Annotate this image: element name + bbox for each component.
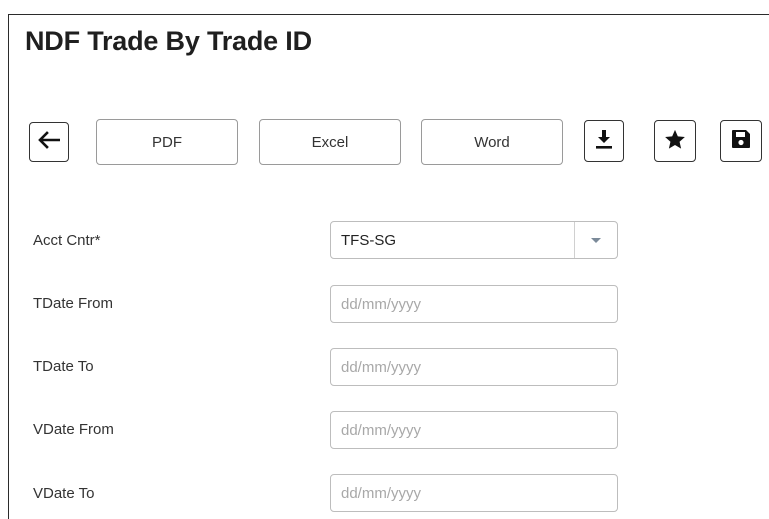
vdate-to-label: VDate To <box>33 485 95 502</box>
vdate-from-field <box>330 411 618 449</box>
caret-down-icon[interactable] <box>574 222 617 258</box>
tdate-from-field <box>330 285 618 323</box>
vdate-from-label: VDate From <box>33 421 114 438</box>
vdate-to-field <box>330 474 618 512</box>
tdate-to-field <box>330 348 618 386</box>
save-icon <box>731 129 751 153</box>
tdate-from-input[interactable] <box>341 295 607 313</box>
acct-cntr-label: Acct Cntr* <box>33 232 101 249</box>
download-icon <box>595 129 613 153</box>
acct-cntr-value: TFS-SG <box>341 231 396 249</box>
tdate-from-label: TDate From <box>33 295 114 312</box>
vdate-to-input[interactable] <box>341 484 607 502</box>
excel-button[interactable]: Excel <box>259 119 401 165</box>
star-icon <box>664 129 686 154</box>
page-title: NDF Trade By Trade ID <box>25 26 312 56</box>
vdate-from-input[interactable] <box>341 421 607 439</box>
arrow-left-icon <box>38 131 61 153</box>
back-button[interactable] <box>29 122 69 162</box>
tdate-to-label: TDate To <box>33 358 94 375</box>
tdate-to-input[interactable] <box>341 358 607 376</box>
save-button[interactable] <box>720 120 762 162</box>
pdf-button[interactable]: PDF <box>96 119 238 165</box>
download-button[interactable] <box>584 120 624 162</box>
acct-cntr-select[interactable]: TFS-SG <box>330 221 618 259</box>
favorite-button[interactable] <box>654 120 696 162</box>
word-button[interactable]: Word <box>421 119 563 165</box>
